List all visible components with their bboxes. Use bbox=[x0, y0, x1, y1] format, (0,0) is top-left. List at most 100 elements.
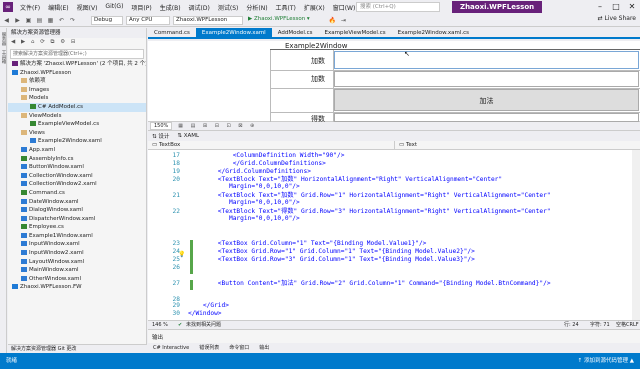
tree-item-label: Zhaoxi.WPFLesson.FW bbox=[20, 284, 82, 291]
design-tab[interactable]: ⇅ 设计 bbox=[152, 132, 169, 140]
tree-item[interactable]: InputWindow2.xaml bbox=[8, 249, 146, 258]
bottom-tab[interactable]: 错误列表 bbox=[194, 343, 224, 353]
menu-item[interactable]: 窗口(W) bbox=[329, 3, 360, 12]
zoom-select[interactable]: 150% bbox=[150, 122, 173, 130]
tree-item[interactable]: DialogWindow.xaml bbox=[8, 206, 146, 215]
tree-item[interactable]: OtherWindow.xaml bbox=[8, 275, 146, 284]
menu-item[interactable]: 扩展(X) bbox=[300, 3, 329, 12]
open-icon[interactable]: ▤ bbox=[35, 16, 44, 25]
toolbox-tab[interactable]: 工具箱 bbox=[0, 50, 6, 64]
tree-item[interactable]: Models bbox=[8, 94, 146, 103]
solution-search-input[interactable]: 搜索解决方案资源管理器(Ctrl+;) bbox=[10, 49, 144, 59]
menu-item[interactable]: 文件(F) bbox=[16, 3, 44, 12]
back-icon[interactable]: ◀ bbox=[2, 16, 11, 25]
xaml-file-icon bbox=[21, 258, 27, 264]
tree-item[interactable]: DateWindow.xaml bbox=[8, 198, 146, 207]
project-select[interactable]: Zhaoxi.WPFLesson bbox=[173, 15, 243, 25]
tree-item[interactable]: Views bbox=[8, 129, 146, 138]
xaml-tab[interactable]: ⇅ XAML bbox=[177, 133, 199, 139]
tree-item[interactable]: LayoutWindow.xaml bbox=[8, 258, 146, 267]
editor-vertical-scrollbar[interactable] bbox=[632, 150, 640, 320]
tree-item[interactable]: AssemblyInfo.cs bbox=[8, 155, 146, 164]
code-editor[interactable]: 17 <ColumnDefinition Width="90"/> 18 </Gr… bbox=[148, 150, 632, 320]
tree-item[interactable]: App.xaml bbox=[8, 146, 146, 155]
maximize-button[interactable]: □ bbox=[608, 0, 624, 14]
designer-view-icons[interactable]: ▦ ▤ ⊞ ⊟ ⊡ ⊠ ⊕ bbox=[178, 123, 257, 129]
save-icon[interactable]: ▦ bbox=[46, 16, 55, 25]
solution-explorer-toolbar[interactable]: ◀ ▶ ⌂ ⟳ ⧉ ⚙ ⊟ bbox=[8, 38, 146, 48]
solution-explorer-bottom-tabs[interactable]: 解决方案资源管理器 Git 更改 bbox=[8, 344, 147, 353]
bottom-tab[interactable]: C# Interactive bbox=[148, 343, 194, 353]
tree-item[interactable]: Example2Window.xaml bbox=[8, 137, 146, 146]
element-nav-select[interactable]: ▭ TextBox bbox=[152, 141, 392, 150]
hot-reload-icon[interactable]: 🔥 bbox=[328, 16, 337, 25]
solution-explorer: 解决方案资源管理器 ◀ ▶ ⌂ ⟳ ⧉ ⚙ ⊟ 搜索解决方案资源管理器(Ctrl… bbox=[8, 28, 147, 344]
tree-item[interactable]: InputWindow.xaml bbox=[8, 240, 146, 249]
add-to-source-control-button[interactable]: ↑ 添加到源代码管理 ▲ bbox=[578, 353, 634, 369]
search-input[interactable]: 搜索 (Ctrl+Q) bbox=[356, 2, 440, 12]
menu-item[interactable]: 生成(B) bbox=[156, 3, 185, 12]
line-number: 27 bbox=[172, 280, 180, 287]
tree-item[interactable]: ViewModels bbox=[8, 112, 146, 121]
add-button-preview[interactable]: 加法 bbox=[334, 89, 639, 111]
minimize-button[interactable]: – bbox=[592, 0, 608, 14]
line-number: 22 bbox=[172, 208, 180, 215]
document-tab[interactable]: ExampleViewModel.cs bbox=[319, 28, 392, 37]
menu-item[interactable]: 工具(T) bbox=[272, 3, 300, 12]
run-button[interactable]: ▶ Zhaoxi.WPFLesson ▾ bbox=[246, 16, 326, 25]
tree-item[interactable]: DispatcherWindow.xaml bbox=[8, 215, 146, 224]
textbox-value3-preview[interactable] bbox=[334, 113, 639, 122]
tree-item[interactable]: MainWindow.xaml bbox=[8, 266, 146, 275]
left-tool-strip: 服务器 工具箱 bbox=[0, 28, 7, 353]
tree-item-label: AssemblyInfo.cs bbox=[29, 155, 74, 162]
tree-item[interactable]: ButtonWindow.xaml bbox=[8, 163, 146, 172]
menu-item[interactable]: 项目(P) bbox=[127, 3, 155, 12]
bottom-tab[interactable]: 命令窗口 bbox=[224, 343, 254, 353]
tree-item-label: 依赖项 bbox=[29, 78, 46, 85]
tree-item-label: Images bbox=[29, 86, 50, 93]
tree-item[interactable]: 解决方案 'Zhaoxi.WPFLesson' (2 个项目, 共 2 个) bbox=[8, 60, 146, 69]
redo-icon[interactable]: ↷ bbox=[68, 16, 77, 25]
menu-item[interactable]: 测试(S) bbox=[214, 3, 243, 12]
tree-item[interactable]: C# AddModel.cs bbox=[8, 102, 146, 112]
tree-item[interactable]: Images bbox=[8, 86, 146, 95]
textbox-value2-preview[interactable] bbox=[334, 71, 639, 87]
lightbulb-icon[interactable]: 💡 bbox=[178, 251, 185, 258]
platform-select[interactable]: Any CPU bbox=[126, 15, 170, 25]
tree-item[interactable]: Example1Window.xaml bbox=[8, 232, 146, 241]
document-tab[interactable]: Command.cs bbox=[148, 28, 196, 37]
document-tab[interactable]: AddModel.cs bbox=[272, 28, 319, 37]
menu-item[interactable]: 视图(V) bbox=[73, 3, 102, 12]
tree-item[interactable]: CollectionWindow.xaml bbox=[8, 172, 146, 181]
forward-icon[interactable]: ▶ bbox=[13, 16, 22, 25]
config-select[interactable]: Debug bbox=[91, 15, 123, 25]
tree-item[interactable]: Zhaoxi.WPFLesson bbox=[8, 69, 146, 78]
tree-item[interactable]: Command.cs bbox=[8, 189, 146, 198]
tree-item[interactable]: Employee.cs bbox=[8, 223, 146, 232]
tree-item[interactable]: CollectionWindow2.xaml bbox=[8, 180, 146, 189]
menu-item[interactable]: 编辑(E) bbox=[44, 3, 72, 12]
textbox-value1-preview[interactable] bbox=[334, 51, 639, 69]
csharp-file-icon bbox=[21, 224, 27, 230]
document-tab[interactable]: Example2Window.xaml bbox=[195, 28, 272, 37]
undo-icon[interactable]: ↶ bbox=[57, 16, 66, 25]
document-tab[interactable]: Example2Window.xaml.cs bbox=[392, 28, 475, 37]
tree-item-label: InputWindow2.xaml bbox=[29, 250, 84, 257]
tree-item[interactable]: Zhaoxi.WPFLesson.FW bbox=[8, 283, 146, 292]
design-tab-label: 设计 bbox=[158, 134, 170, 140]
tree-item-label: Example2Window.xaml bbox=[38, 138, 102, 145]
bottom-tab[interactable]: 输出 bbox=[254, 343, 274, 353]
menu-item[interactable]: Git(G) bbox=[101, 3, 127, 12]
tree-item[interactable]: 依赖项 bbox=[8, 77, 146, 86]
new-file-icon[interactable]: ▣ bbox=[24, 16, 33, 25]
code-line: 26 bbox=[148, 264, 632, 276]
live-share-button[interactable]: ⇄ Live Share bbox=[598, 15, 636, 22]
step-icon[interactable]: ⇥ bbox=[339, 16, 348, 25]
menu-item[interactable]: 调试(D) bbox=[185, 3, 214, 12]
code-line: 22 <TextBlock Text="得数" Grid.Row="3" Hor… bbox=[148, 208, 632, 222]
menu-item[interactable]: 分析(N) bbox=[242, 3, 271, 12]
close-button[interactable]: ✕ bbox=[624, 0, 640, 14]
member-nav-select[interactable]: ▭ Text bbox=[394, 141, 634, 150]
tree-item[interactable]: ExampleViewModel.cs bbox=[8, 120, 146, 129]
server-explorer-tab[interactable]: 服务器 bbox=[0, 32, 6, 46]
